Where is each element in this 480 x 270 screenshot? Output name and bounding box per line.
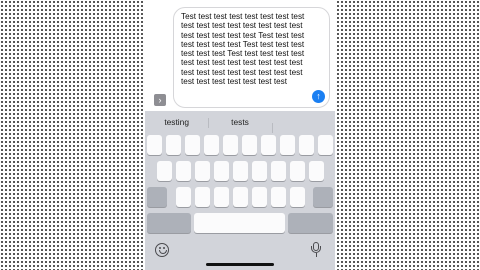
keyboard-key[interactable] — [233, 187, 248, 207]
keyboard-key[interactable] — [252, 187, 267, 207]
keyboard-key[interactable] — [299, 135, 314, 155]
arrow-up-icon: ↑ — [316, 91, 321, 101]
space-bar[interactable] — [194, 213, 285, 233]
keyboard-key[interactable] — [309, 161, 324, 181]
suggestion-1[interactable]: testing — [145, 117, 208, 127]
delete-key[interactable] — [313, 187, 333, 207]
emoji-icon[interactable] — [155, 243, 169, 257]
microphone-icon[interactable] — [311, 242, 321, 258]
suggestion-bar: testing tests — [145, 111, 335, 133]
home-indicator[interactable] — [206, 263, 274, 266]
keyboard-key[interactable] — [185, 135, 200, 155]
keyboard-key[interactable] — [290, 161, 305, 181]
keyboard-key[interactable] — [214, 161, 229, 181]
send-button[interactable]: ↑ — [312, 90, 325, 103]
keyboard-key[interactable] — [290, 187, 305, 207]
keyboard-key[interactable] — [261, 135, 276, 155]
chevron-right-icon[interactable]: › — [154, 94, 166, 106]
keyboard-key[interactable] — [176, 161, 191, 181]
keyboard-key[interactable] — [166, 135, 181, 155]
keyboard-key[interactable] — [318, 135, 333, 155]
keyboard-key[interactable] — [242, 135, 257, 155]
keyboard-key[interactable] — [204, 135, 219, 155]
keyboard-key[interactable] — [195, 161, 210, 181]
messages-screen: › Test test test test test test test tes… — [145, 0, 335, 270]
keyboard-key[interactable] — [280, 135, 295, 155]
numbers-key[interactable] — [147, 213, 191, 233]
keyboard-key[interactable] — [271, 161, 286, 181]
keyboard-key[interactable] — [252, 161, 267, 181]
shift-key[interactable] — [147, 187, 167, 207]
keyboard-key[interactable] — [176, 187, 191, 207]
message-text[interactable]: Test test test test test test test test … — [181, 12, 307, 86]
keyboard-key[interactable] — [195, 187, 210, 207]
suggestion-2[interactable]: tests — [208, 117, 271, 128]
keyboard-key[interactable] — [214, 187, 229, 207]
keyboard: testing tests — [145, 111, 335, 270]
keyboard-key[interactable] — [271, 187, 286, 207]
message-input-field[interactable]: Test test test test test test test test … — [173, 7, 330, 108]
keyboard-key[interactable] — [157, 161, 172, 181]
keyboard-key[interactable] — [233, 161, 248, 181]
keyboard-key[interactable] — [223, 135, 238, 155]
keyboard-key[interactable] — [147, 135, 162, 155]
return-key[interactable] — [288, 213, 333, 233]
